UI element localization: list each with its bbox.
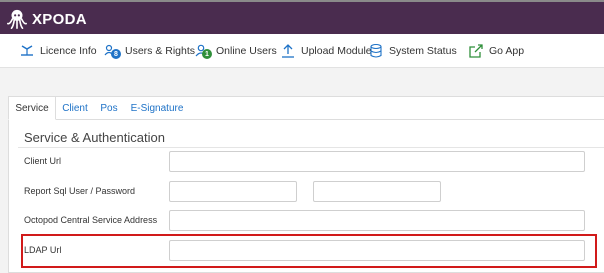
- online-users-badge: 1: [202, 49, 212, 59]
- nav-item-upload-module[interactable]: Upload Module: [280, 42, 372, 60]
- online-users-icon-wrap: 1: [195, 43, 212, 59]
- database-icon: [370, 43, 382, 58]
- ldap-url-label: LDAP Url: [24, 245, 62, 255]
- top-bar: XPODA: [0, 0, 604, 34]
- tab-service[interactable]: Service: [8, 96, 56, 120]
- nav-bar: Licence Info 8 Users & Rights 1 Online U…: [0, 34, 604, 68]
- report-sql-password-input[interactable]: [313, 181, 441, 202]
- nav-item-licence-info[interactable]: Licence Info: [19, 42, 97, 60]
- nav-label: Users & Rights: [125, 45, 196, 57]
- client-url-input[interactable]: [169, 151, 585, 172]
- nav-label: Online Users: [216, 45, 277, 57]
- octopod-address-input[interactable]: [169, 210, 585, 231]
- nav-label: Go App: [489, 45, 525, 57]
- nav-label: System Status: [389, 45, 457, 57]
- octopod-address-label: Octopod Central Service Address: [24, 215, 158, 225]
- report-sql-user-input[interactable]: [169, 181, 297, 202]
- ldap-url-input[interactable]: [169, 240, 585, 261]
- nav-item-go-app[interactable]: Go App: [468, 42, 524, 60]
- tab-client[interactable]: Client: [58, 96, 92, 120]
- app-logo[interactable]: XPODA: [6, 6, 87, 32]
- licence-icon: [21, 45, 33, 56]
- nav-label: Upload Module: [301, 45, 372, 57]
- nav-item-users-rights[interactable]: 8 Users & Rights: [104, 42, 195, 60]
- upload-icon: [282, 44, 294, 58]
- section-title: Service & Authentication: [24, 130, 165, 145]
- nav-item-system-status[interactable]: System Status: [368, 42, 457, 60]
- nav-label: Licence Info: [40, 45, 97, 57]
- section-divider: [18, 147, 604, 148]
- nav-item-online-users[interactable]: 1 Online Users: [195, 42, 277, 60]
- report-sql-label: Report Sql User / Password: [24, 186, 136, 196]
- tab-pos[interactable]: Pos: [96, 96, 122, 120]
- users-rights-icon-wrap: 8: [104, 43, 121, 59]
- client-url-label: Client Url: [24, 156, 62, 166]
- app-name: XPODA: [32, 10, 87, 28]
- octopus-logo-icon: [7, 9, 27, 29]
- tab-e-signature[interactable]: E-Signature: [126, 96, 188, 120]
- users-rights-badge: 8: [111, 49, 121, 59]
- external-link-icon: [469, 44, 483, 58]
